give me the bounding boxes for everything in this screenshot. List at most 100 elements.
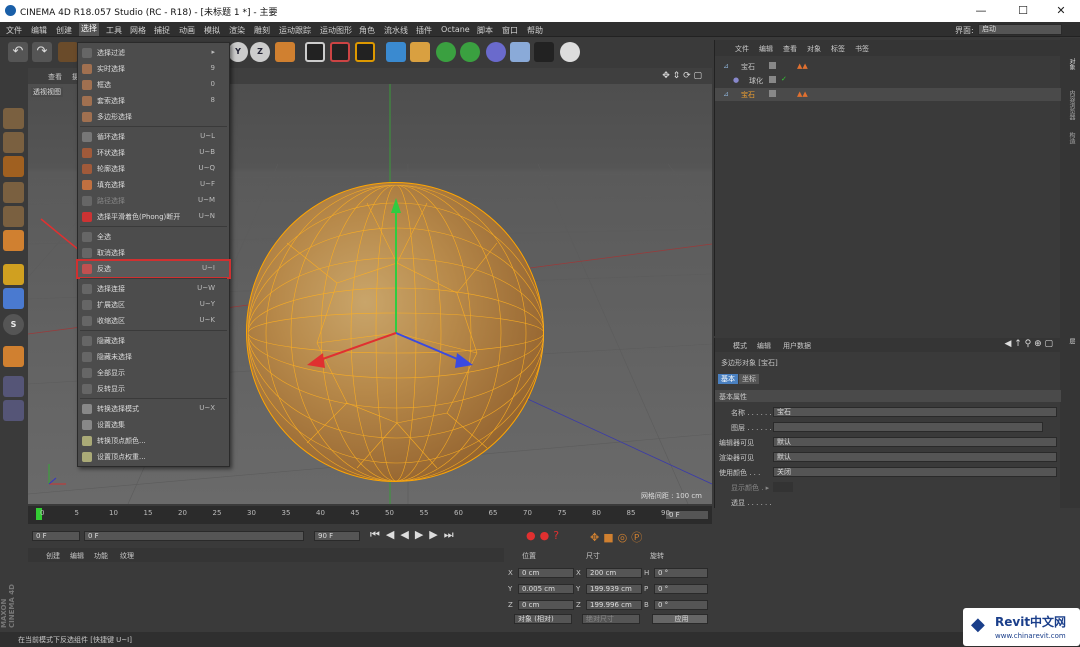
menu-pipeline[interactable]: 流水线 <box>384 25 408 36</box>
layout-dropdown[interactable]: 启动 <box>978 24 1062 35</box>
floor-icon[interactable] <box>510 42 530 62</box>
redo-icon[interactable]: ↷ <box>32 42 52 62</box>
phong-tag-icon[interactable]: ▲▲ <box>797 62 808 70</box>
attr-render-visible-select[interactable]: 默认 <box>773 452 1057 462</box>
texture-mode-icon[interactable] <box>3 156 24 177</box>
menu-motion-tracking[interactable]: 运动跟踪 <box>279 25 311 36</box>
cube-icon[interactable] <box>386 42 406 62</box>
menu-item[interactable]: 轮廓选择 U~Q <box>78 161 229 177</box>
key-type-icons[interactable]: ✥■◎Ⓟ <box>590 529 646 545</box>
render-view-icon[interactable] <box>305 42 325 62</box>
om-menu-edit[interactable]: 编辑 <box>759 44 773 54</box>
timeline[interactable]: 0 F 0 5 10 15 20 25 30 35 40 45 50 55 60 65 70 75 80 85 90 <box>28 506 712 524</box>
mat-menu-function[interactable]: 功能 <box>94 551 108 561</box>
enabled-check-icon[interactable]: ✓ <box>781 75 787 83</box>
coord-position-field[interactable]: 0 cm <box>518 600 574 610</box>
menu-snap[interactable]: 捕捉 <box>154 25 170 36</box>
om-menu-view[interactable]: 查看 <box>783 44 797 54</box>
menu-item[interactable]: 路径选择 U~M <box>78 193 229 209</box>
attr-display-color-swatch[interactable] <box>773 482 793 492</box>
menu-plugins[interactable]: 插件 <box>416 25 432 36</box>
menu-animate[interactable]: 动画 <box>179 25 195 36</box>
menu-item[interactable]: 实时选择 9 <box>78 61 229 77</box>
om-menu-bookmarks[interactable]: 书签 <box>855 44 869 54</box>
polygons-mode-icon[interactable] <box>3 230 24 251</box>
render-settings-icon[interactable] <box>355 42 375 62</box>
mat-menu-edit[interactable]: 编辑 <box>70 551 84 561</box>
om-menu-objects[interactable]: 对象 <box>807 44 821 54</box>
transport-controls-icons[interactable]: ⏮◀◀▶▶⏭ <box>370 528 460 542</box>
menu-item[interactable]: 循环选择 U~L <box>78 129 229 145</box>
menu-item[interactable]: 扩展选区 U~Y <box>78 297 229 313</box>
edges-mode-icon[interactable] <box>3 206 24 227</box>
visibility-icon[interactable] <box>769 90 776 97</box>
object-name[interactable]: 宝石 <box>741 62 755 72</box>
attr-menu-mode[interactable]: 模式 <box>733 341 747 351</box>
pen-icon[interactable] <box>410 42 430 62</box>
object-row-selected[interactable]: ⊿ 宝石 ▲▲ <box>715 88 1061 101</box>
menu-file[interactable]: 文件 <box>6 25 22 36</box>
menu-character[interactable]: 角色 <box>359 25 375 36</box>
coord-mode-select[interactable]: 对象 (相对) <box>514 614 572 624</box>
menu-item[interactable]: 选择平滑着色(Phong)断开 U~N <box>78 209 229 225</box>
camera-icon[interactable] <box>534 42 554 62</box>
side-tab-content-browser[interactable]: 内容浏览器 <box>1064 90 1076 120</box>
menu-script[interactable]: 脚本 <box>477 25 493 36</box>
record-keys-icons[interactable]: ●●? <box>526 529 563 542</box>
frame-range-slider[interactable]: 0 F <box>84 531 304 541</box>
menu-item[interactable]: 框选 0 <box>78 77 229 93</box>
object-row[interactable]: ⊿ 宝石 ▲▲ <box>715 60 1061 73</box>
menu-create[interactable]: 创建 <box>56 25 72 36</box>
coord-size-field[interactable]: 199.996 cm <box>586 600 642 610</box>
y-axis-icon[interactable]: Y <box>228 42 248 62</box>
attr-use-color-select[interactable]: 关闭 <box>773 467 1057 477</box>
menu-item[interactable]: 取消选择 <box>78 245 229 261</box>
menu-item[interactable]: 隐藏选择 <box>78 333 229 349</box>
menu-octane[interactable]: Octane <box>441 25 470 34</box>
end-frame-field[interactable]: 90 F <box>314 531 360 541</box>
menu-item[interactable]: 套索选择 8 <box>78 93 229 109</box>
menu-item[interactable]: 转换顶点颜色... <box>78 433 229 449</box>
attr-tab-basic[interactable]: 基本 <box>718 374 738 384</box>
menu-tools[interactable]: 工具 <box>106 25 122 36</box>
coord-size-mode-select[interactable]: 绝对尺寸 <box>582 614 640 624</box>
menu-window[interactable]: 窗口 <box>502 25 518 36</box>
gem-sphere[interactable] <box>246 182 544 482</box>
menu-item[interactable]: 转换选择模式 U~X <box>78 401 229 417</box>
phong-tag-icon[interactable]: ▲▲ <box>797 90 808 98</box>
coord-apply-button[interactable]: 应用 <box>652 614 708 624</box>
menu-item[interactable]: 选择连接 U~W <box>78 281 229 297</box>
menu-edit[interactable]: 编辑 <box>31 25 47 36</box>
model-mode-icon[interactable] <box>3 132 24 153</box>
live-select-icon[interactable] <box>58 42 78 62</box>
side-tab-objects[interactable]: 对象 <box>1064 58 1076 70</box>
render-picture-viewer-icon[interactable] <box>330 42 350 62</box>
z-axis-icon[interactable]: Z <box>250 42 270 62</box>
viewport-nav-icons[interactable]: ✥ ⇕ ⟳ ▢ <box>662 71 702 81</box>
maximize-button[interactable]: ☐ <box>1008 2 1038 20</box>
side-tab-structure[interactable]: 构造 <box>1064 132 1076 144</box>
attr-menu-edit[interactable]: 编辑 <box>757 341 771 351</box>
make-editable-icon[interactable] <box>3 108 24 129</box>
coord-rotation-field[interactable]: 0 ° <box>654 568 708 578</box>
visibility-icon[interactable] <box>769 62 776 69</box>
light-icon[interactable] <box>560 42 580 62</box>
menu-item[interactable]: 全部显示 <box>78 365 229 381</box>
snap-icon[interactable]: S <box>3 314 24 335</box>
mat-menu-create[interactable]: 创建 <box>46 551 60 561</box>
menu-item[interactable]: 收缩选区 U~K <box>78 313 229 329</box>
axis-mode-icon[interactable] <box>3 264 24 285</box>
attr-nav-icons[interactable]: ◀ ↑ ⚲ ⊕ ▢ <box>1004 339 1053 349</box>
points-mode-icon[interactable] <box>3 182 24 203</box>
workplane-icon[interactable] <box>3 376 24 397</box>
cloner-icon[interactable] <box>460 42 480 62</box>
menu-select[interactable]: 选择 <box>79 23 99 36</box>
attr-editor-visible-select[interactable]: 默认 <box>773 437 1057 447</box>
locked-workplane-icon[interactable] <box>3 400 24 421</box>
coord-rotation-field[interactable]: 0 ° <box>654 584 708 594</box>
attr-name-field[interactable]: 宝石 <box>773 407 1057 417</box>
close-button[interactable]: ✕ <box>1046 2 1076 20</box>
visibility-icon[interactable] <box>769 76 776 83</box>
timeline-frame-field[interactable]: 0 F <box>665 510 709 520</box>
menu-item[interactable]: 选择过滤 ▸ <box>78 45 229 61</box>
